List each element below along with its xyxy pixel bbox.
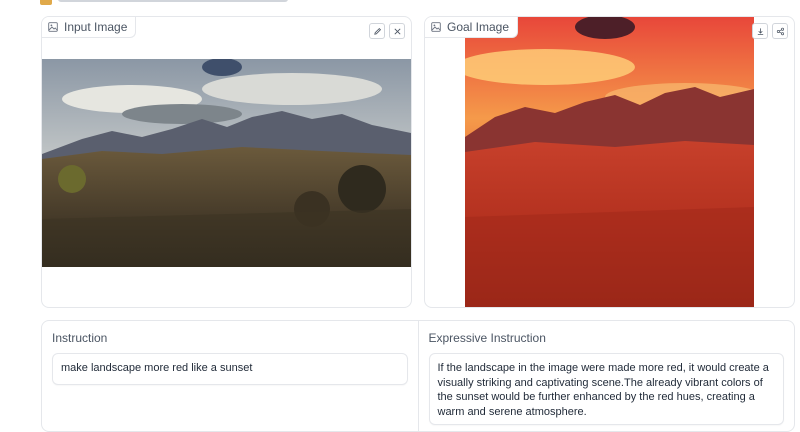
goal-image-panel: Goal Image — [424, 16, 795, 308]
image-icon — [431, 22, 441, 32]
instruction-textbox[interactable]: make landscape more red like a sunset — [52, 353, 408, 385]
expressive-instruction-textbox[interactable]: If the landscape in the image were made … — [429, 353, 785, 425]
expressive-instruction-label: Expressive Instruction — [429, 331, 785, 345]
download-icon — [756, 27, 765, 36]
input-image-label-text: Input Image — [64, 20, 127, 34]
description-text — [58, 0, 288, 2]
download-button[interactable] — [752, 23, 768, 39]
goal-image-label-text: Goal Image — [447, 20, 509, 34]
edit-button[interactable] — [369, 23, 385, 39]
input-image-panel: Input Image — [41, 16, 412, 308]
share-button[interactable] — [772, 23, 788, 39]
edit-icon — [373, 27, 382, 36]
clear-button[interactable] — [389, 23, 405, 39]
goal-image-label: Goal Image — [425, 17, 518, 38]
header-snippet — [40, 0, 356, 5]
input-image-label: Input Image — [42, 17, 136, 38]
instruction-label: Instruction — [52, 331, 408, 345]
image-icon — [48, 22, 58, 32]
expressive-instruction-block: Expressive Instruction If the landscape … — [418, 321, 795, 431]
goal-landscape-image — [465, 17, 754, 307]
close-icon — [393, 27, 402, 36]
instruction-block: Instruction make landscape more red like… — [42, 321, 418, 431]
emoji-icon — [40, 0, 52, 5]
share-icon — [776, 27, 785, 36]
instruction-row: Instruction make landscape more red like… — [41, 320, 795, 432]
input-landscape-image — [42, 59, 411, 267]
